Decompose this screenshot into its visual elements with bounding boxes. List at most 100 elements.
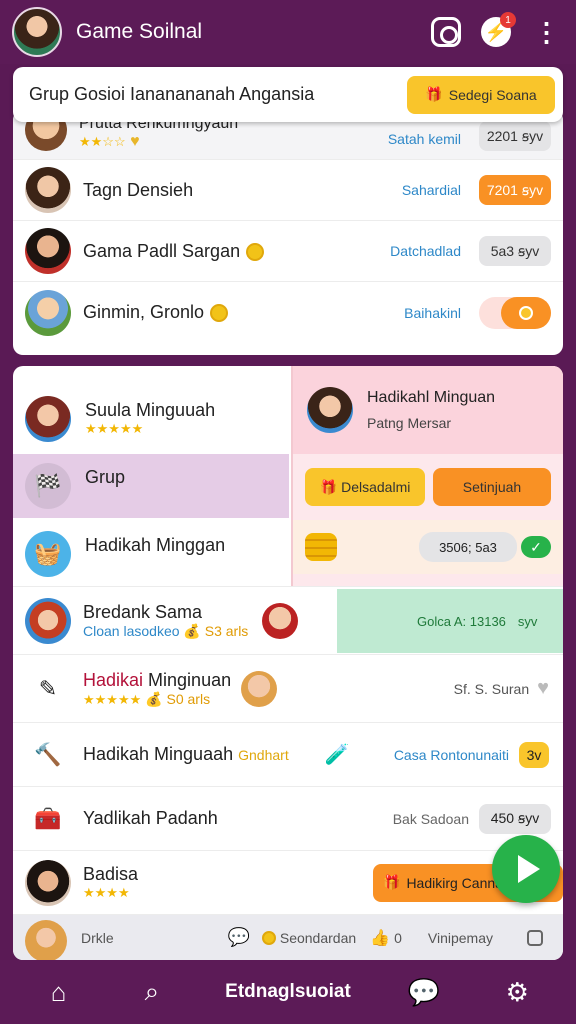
row-value[interactable]: 450 ꞩyv: [479, 803, 551, 834]
instagram-icon[interactable]: [428, 14, 464, 50]
list-item[interactable]: Tagn Densieh Sahardial 7201 ꞩyv: [13, 160, 563, 221]
coin-icon: [246, 242, 265, 261]
gift-icon: 🎁: [425, 86, 443, 102]
confirm-button[interactable]: Setinjuah: [433, 468, 551, 506]
footer-value-a: Seondardan: [279, 929, 357, 946]
heart-icon[interactable]: ♥: [537, 677, 549, 700]
bag-icon: 💰: [145, 690, 163, 707]
footer-value-c: Vinipemay: [427, 929, 493, 946]
list-item[interactable]: Ginmin, Gronlo Baihakinl: [13, 282, 563, 343]
panel-subtitle: Patng Mersar: [367, 415, 452, 431]
group-banner: Grup Gosioi Iananananah Angansia 🎁 Sedeg…: [13, 67, 563, 122]
player-avatar: [25, 167, 71, 213]
play-button[interactable]: [492, 835, 560, 903]
hammer-icon: 🔨: [25, 731, 71, 778]
player-value[interactable]: 5a3 ꞩyv: [479, 236, 551, 266]
player-value[interactable]: 7201 ꞩyv: [479, 175, 551, 205]
player-avatar: [25, 289, 71, 336]
coin-icon: [210, 304, 229, 323]
nav-label[interactable]: Etdnaglsuoiat: [225, 981, 351, 1003]
settings-icon[interactable]: ⚙: [497, 972, 537, 1012]
more-options-icon[interactable]: ⋮: [528, 14, 564, 50]
player-status: Satah kemil: [387, 131, 461, 147]
claim-button[interactable]: 🎁 Delsadalmi: [305, 468, 425, 506]
list-item[interactable]: Gama Padll Sargan Datchadlad 5a3 ꞩyv: [13, 221, 563, 282]
footer-value-b: 0: [394, 929, 402, 946]
avatar: [25, 597, 71, 644]
row-value[interactable]: 3v: [519, 741, 549, 768]
group-icon: 🏁: [25, 463, 71, 509]
notification-button[interactable]: ⚡ 1: [478, 12, 516, 50]
list-item[interactable]: 🔨 Hadikah Minguaah Gndhart 🧪 Casa Ronton…: [13, 722, 563, 786]
list-item[interactable]: Badisa ★★★★ 🎁 Hadikirg Cannah: [13, 850, 563, 914]
menu-item-grup[interactable]: 🏁 Grup: [13, 454, 289, 518]
row-status: Sf. S. Suran: [453, 680, 530, 697]
row-subtitle: Cloan lasodkeo: [83, 622, 180, 639]
confirm-button-label: Setinjuah: [462, 479, 522, 495]
player-value[interactable]: 2201 ꞩyv: [479, 121, 551, 151]
chat-icon[interactable]: 💬: [227, 927, 249, 948]
home-icon[interactable]: ⌂: [39, 972, 79, 1012]
banner-text: Grup Gosioi Iananananah Angansia: [29, 84, 315, 104]
status-chip: Golca A: 13136 syv: [337, 589, 563, 653]
pencil-icon: ✎: [25, 665, 71, 712]
rating-stars: ★★★★★: [83, 691, 142, 707]
menu-item-label: Suula Minguuah: [85, 400, 216, 420]
menu-item-label: Hadikah Minggan: [85, 534, 226, 555]
banner-button[interactable]: 🎁 Sedegi Soana: [407, 75, 555, 114]
avatar-small: [241, 670, 278, 707]
rating-stars: ★★★★★: [85, 421, 144, 436]
toggle-switch[interactable]: [479, 296, 551, 329]
rating-stars: ★★☆☆: [79, 134, 126, 149]
play-icon: [518, 855, 540, 883]
banner-button-label: Sedegi Soana: [448, 86, 537, 103]
player-status: Baihakinl: [404, 304, 461, 321]
row-title: Badisa: [83, 864, 139, 884]
avatar: [25, 395, 71, 442]
player-avatar: [25, 228, 71, 274]
list-item[interactable]: Bredank Sama Cloan lasodkeo 💰 S3 arls Go…: [13, 586, 563, 654]
heart-icon: ♥: [125, 133, 140, 150]
thumb-icon[interactable]: 👍: [370, 928, 390, 948]
search-icon[interactable]: ⌕: [132, 972, 172, 1012]
row-tag: S0 arls: [166, 690, 211, 707]
row-tag: S3 arls: [204, 622, 249, 639]
square-icon[interactable]: [527, 929, 543, 946]
user-avatar[interactable]: [12, 7, 62, 57]
avatar: [25, 919, 67, 960]
top-player-list: Prutta Renkumngyaun ★★☆☆ ♥ Satah kemil 2…: [13, 110, 563, 355]
row-title-a: Hadikai: [83, 669, 144, 690]
main-card: Suula Minguuah ★★★★★ 🏁 Grup 🧺 Hadikah Mi…: [13, 366, 563, 960]
avatar: [307, 387, 353, 433]
player-name: Ginmin, Gronlo: [83, 302, 229, 323]
check-icon[interactable]: ✓: [521, 536, 551, 558]
coin-icon: [261, 930, 276, 945]
claim-button-label: Delsadalmi: [341, 479, 411, 495]
list-item[interactable]: ✎ Hadikai Minginuan ★★★★★ 💰 S0 arls Sf. …: [13, 654, 563, 722]
row-title-b: Minginuan: [148, 669, 232, 690]
menu-item-suula[interactable]: Suula Minguuah ★★★★★: [13, 386, 289, 451]
potion-icon: 🧪: [324, 744, 350, 766]
footer-row: Drkle 💬 Seondardan 👍 0 Vinipemay: [13, 914, 563, 960]
bottom-nav: ⌂ ⌕ Etdnaglsuoiat 💬 ⚙: [0, 960, 576, 1024]
bag-icon: 💰: [183, 622, 201, 639]
player-name: Tagn Densieh: [83, 179, 194, 200]
list-item[interactable]: 🧰 Yadlikah Padanh Bak Sadoan 450 ꞩyv: [13, 786, 563, 850]
gift-icon: 🎁: [383, 874, 401, 890]
avatar: [25, 859, 71, 906]
player-status: Datchadlad: [390, 243, 461, 259]
app-title: Game Soilnal: [76, 20, 203, 43]
footer-label: Drkle: [81, 929, 114, 946]
player-name: Gama Padll Sargan: [83, 241, 265, 262]
player-status: Sahardial: [401, 182, 461, 198]
reward-panel-header: Hadikahl Minguan Patng Mersar: [293, 366, 563, 454]
row-title: Yadlikah Padanh: [83, 808, 218, 828]
row-status: Bak Sadoan: [392, 810, 469, 827]
chat-bubble-icon[interactable]: 💬: [404, 972, 444, 1012]
row-title: Hadikah Minguaah Gndhart: [83, 744, 289, 764]
reward-panel: Hadikahl Minguan Patng Mersar 🎁 Delsadalm…: [291, 366, 563, 586]
app-header: Game Soilnal ⚡ 1 ⋮: [0, 0, 576, 64]
bucket-icon: 🧺: [25, 531, 71, 577]
panel-title: Hadikahl Minguan: [367, 389, 496, 406]
menu-item-hadikah[interactable]: 🧺 Hadikah Minggan: [13, 522, 289, 586]
